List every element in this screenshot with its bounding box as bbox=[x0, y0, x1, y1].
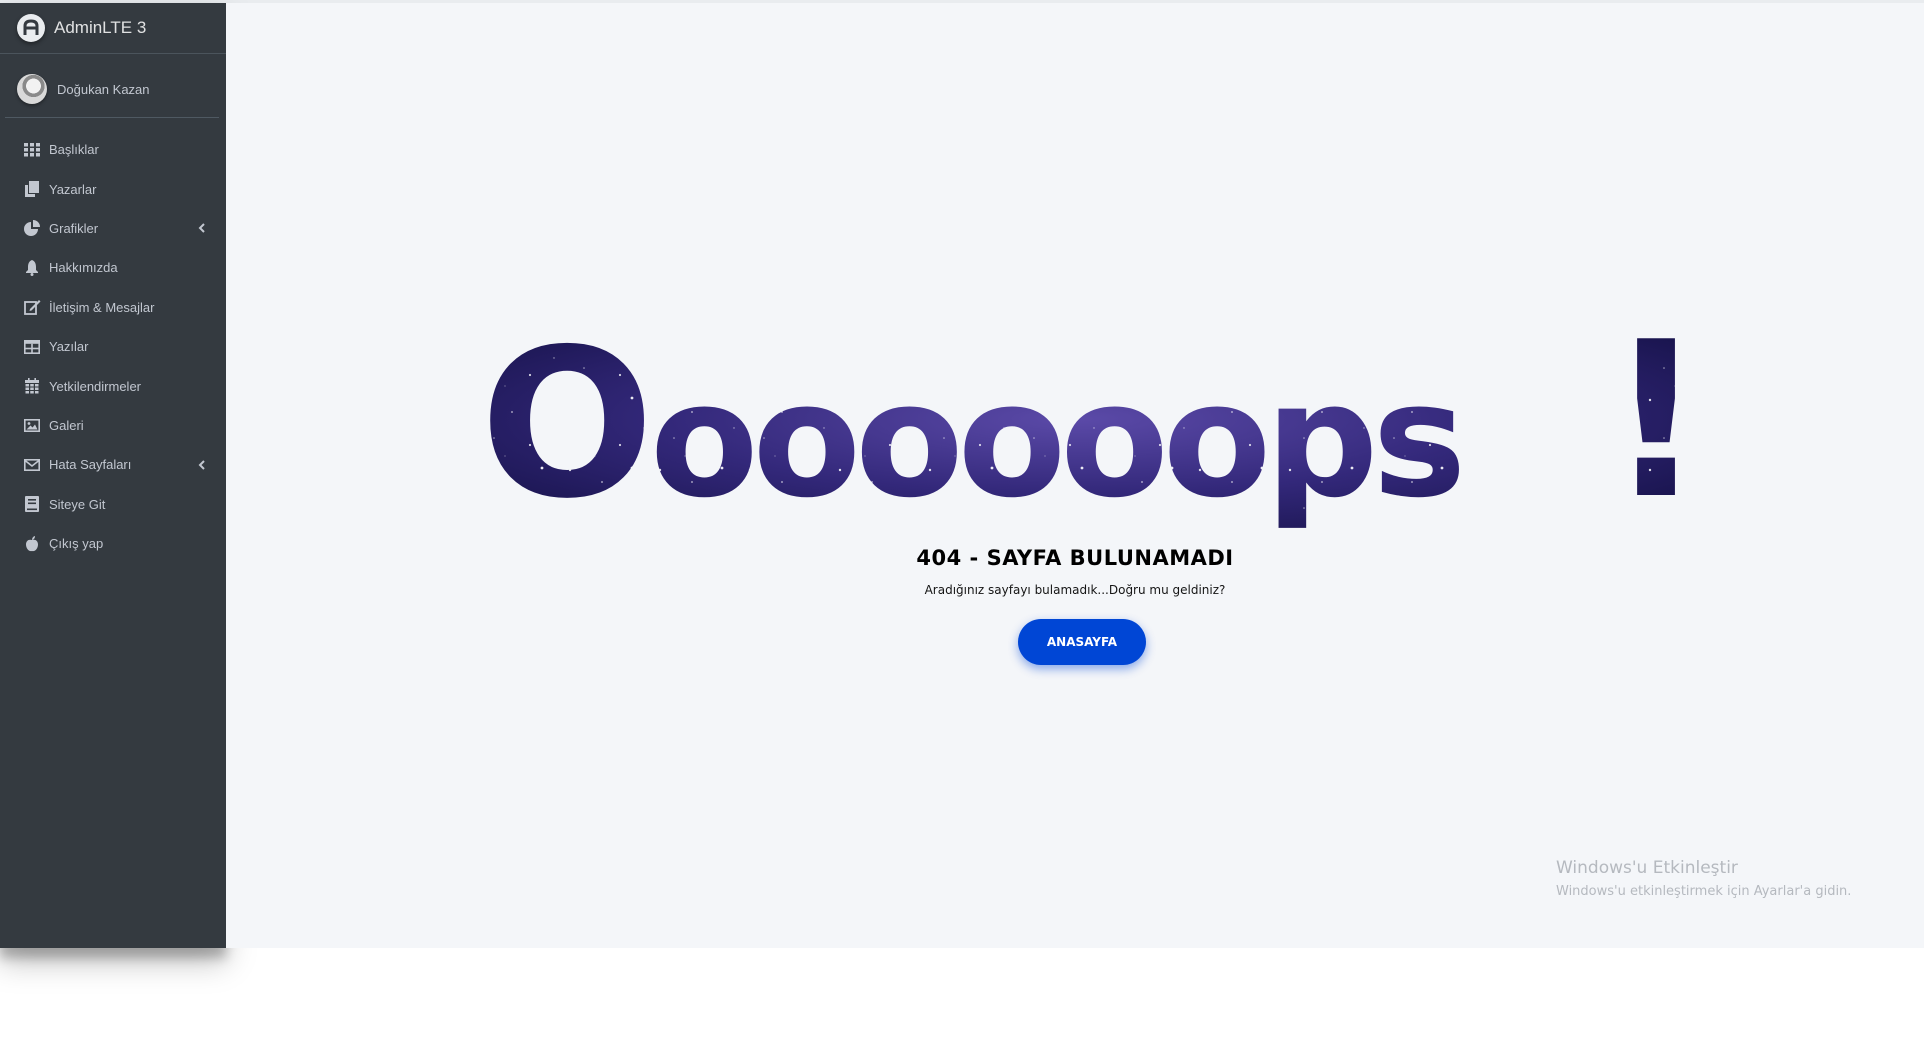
sidebar-item-label: Yetkilendirmeler bbox=[49, 378, 142, 394]
edit-icon bbox=[23, 298, 41, 316]
pie-chart-icon bbox=[23, 219, 41, 237]
error-message: Aradığınız sayfayı bulamadık...Doğru mu … bbox=[924, 583, 1226, 597]
user-panel[interactable]: Doğukan Kazan bbox=[5, 61, 219, 118]
image-icon bbox=[23, 416, 41, 434]
main-content: O oooooops ! 404 - SAYFA BULUNAMADI Arad… bbox=[226, 3, 1924, 948]
watermark-subtitle: Windows'u etkinleştirmek için Ayarlar'a … bbox=[1556, 884, 1852, 899]
sidebar-nav: Başlıklar Yazarlar Grafikler Hakkımızda … bbox=[0, 130, 226, 563]
error-title: 404 - SAYFA BULUNAMADI bbox=[916, 546, 1234, 570]
sidebar-item-basliklar[interactable]: Başlıklar bbox=[0, 130, 226, 169]
book-icon bbox=[23, 495, 41, 513]
sidebar-item-label: Yazılar bbox=[49, 339, 89, 355]
bell-icon bbox=[23, 259, 41, 277]
sidebar-item-label: Hata Sayfaları bbox=[49, 457, 132, 473]
sidebar-item-yazilar[interactable]: Yazılar bbox=[0, 327, 226, 366]
sidebar-item-label: Çıkış yap bbox=[49, 536, 104, 552]
page: AdminLTE 3 Doğukan Kazan Başlıklar Yazar… bbox=[0, 0, 1924, 1044]
chevron-left-icon bbox=[196, 460, 206, 470]
calendar-icon bbox=[23, 377, 41, 395]
sidebar-item-label: İletişim & Mesajlar bbox=[49, 299, 155, 315]
copy-icon bbox=[23, 180, 41, 198]
sidebar-item-label: Siteye Git bbox=[49, 496, 106, 512]
chevron-left-icon bbox=[196, 223, 206, 234]
sidebar-item-label: Galeri bbox=[49, 417, 84, 433]
avatar bbox=[17, 74, 47, 104]
sidebar-item-label: Grafikler bbox=[49, 220, 99, 236]
sidebar-item-galeri[interactable]: Galeri bbox=[0, 406, 226, 445]
home-button[interactable]: ANASAYFA bbox=[1018, 619, 1146, 665]
sidebar: AdminLTE 3 Doğukan Kazan Başlıklar Yazar… bbox=[0, 3, 226, 948]
windows-activation-watermark: Windows'u Etkinleştir Windows'u etkinleş… bbox=[1556, 858, 1851, 899]
sidebar-item-yazarlar[interactable]: Yazarlar bbox=[0, 169, 226, 208]
apple-icon bbox=[23, 535, 41, 553]
table-icon bbox=[23, 338, 41, 356]
envelope-icon bbox=[23, 456, 41, 474]
sidebar-item-yetkilendirmeler[interactable]: Yetkilendirmeler bbox=[0, 366, 226, 405]
sidebar-item-label: Başlıklar bbox=[49, 142, 99, 158]
sidebar-item-label: Hakkımızda bbox=[49, 260, 118, 276]
adminlte-logo-icon bbox=[17, 14, 45, 42]
sidebar-item-hakkimizda[interactable]: Hakkımızda bbox=[0, 248, 226, 287]
grid-icon bbox=[23, 141, 41, 159]
watermark-title: Windows'u Etkinleştir bbox=[1556, 858, 1738, 878]
sidebar-item-siteye-git[interactable]: Siteye Git bbox=[0, 485, 226, 524]
sidebar-item-label: Yazarlar bbox=[49, 181, 97, 197]
user-name: Doğukan Kazan bbox=[57, 81, 150, 97]
sidebar-item-cikis-yap[interactable]: Çıkış yap bbox=[0, 524, 226, 563]
sidebar-item-grafikler[interactable]: Grafikler bbox=[0, 209, 226, 248]
oops-galaxy-text: O oooooops ! bbox=[472, 320, 1682, 540]
sidebar-item-hata-sayfalari[interactable]: Hata Sayfaları bbox=[0, 445, 226, 484]
brand-text: AdminLTE 3 bbox=[54, 18, 147, 37]
brand-link[interactable]: AdminLTE 3 bbox=[0, 3, 226, 54]
sidebar-item-iletisim[interactable]: İletişim & Mesajlar bbox=[0, 288, 226, 327]
